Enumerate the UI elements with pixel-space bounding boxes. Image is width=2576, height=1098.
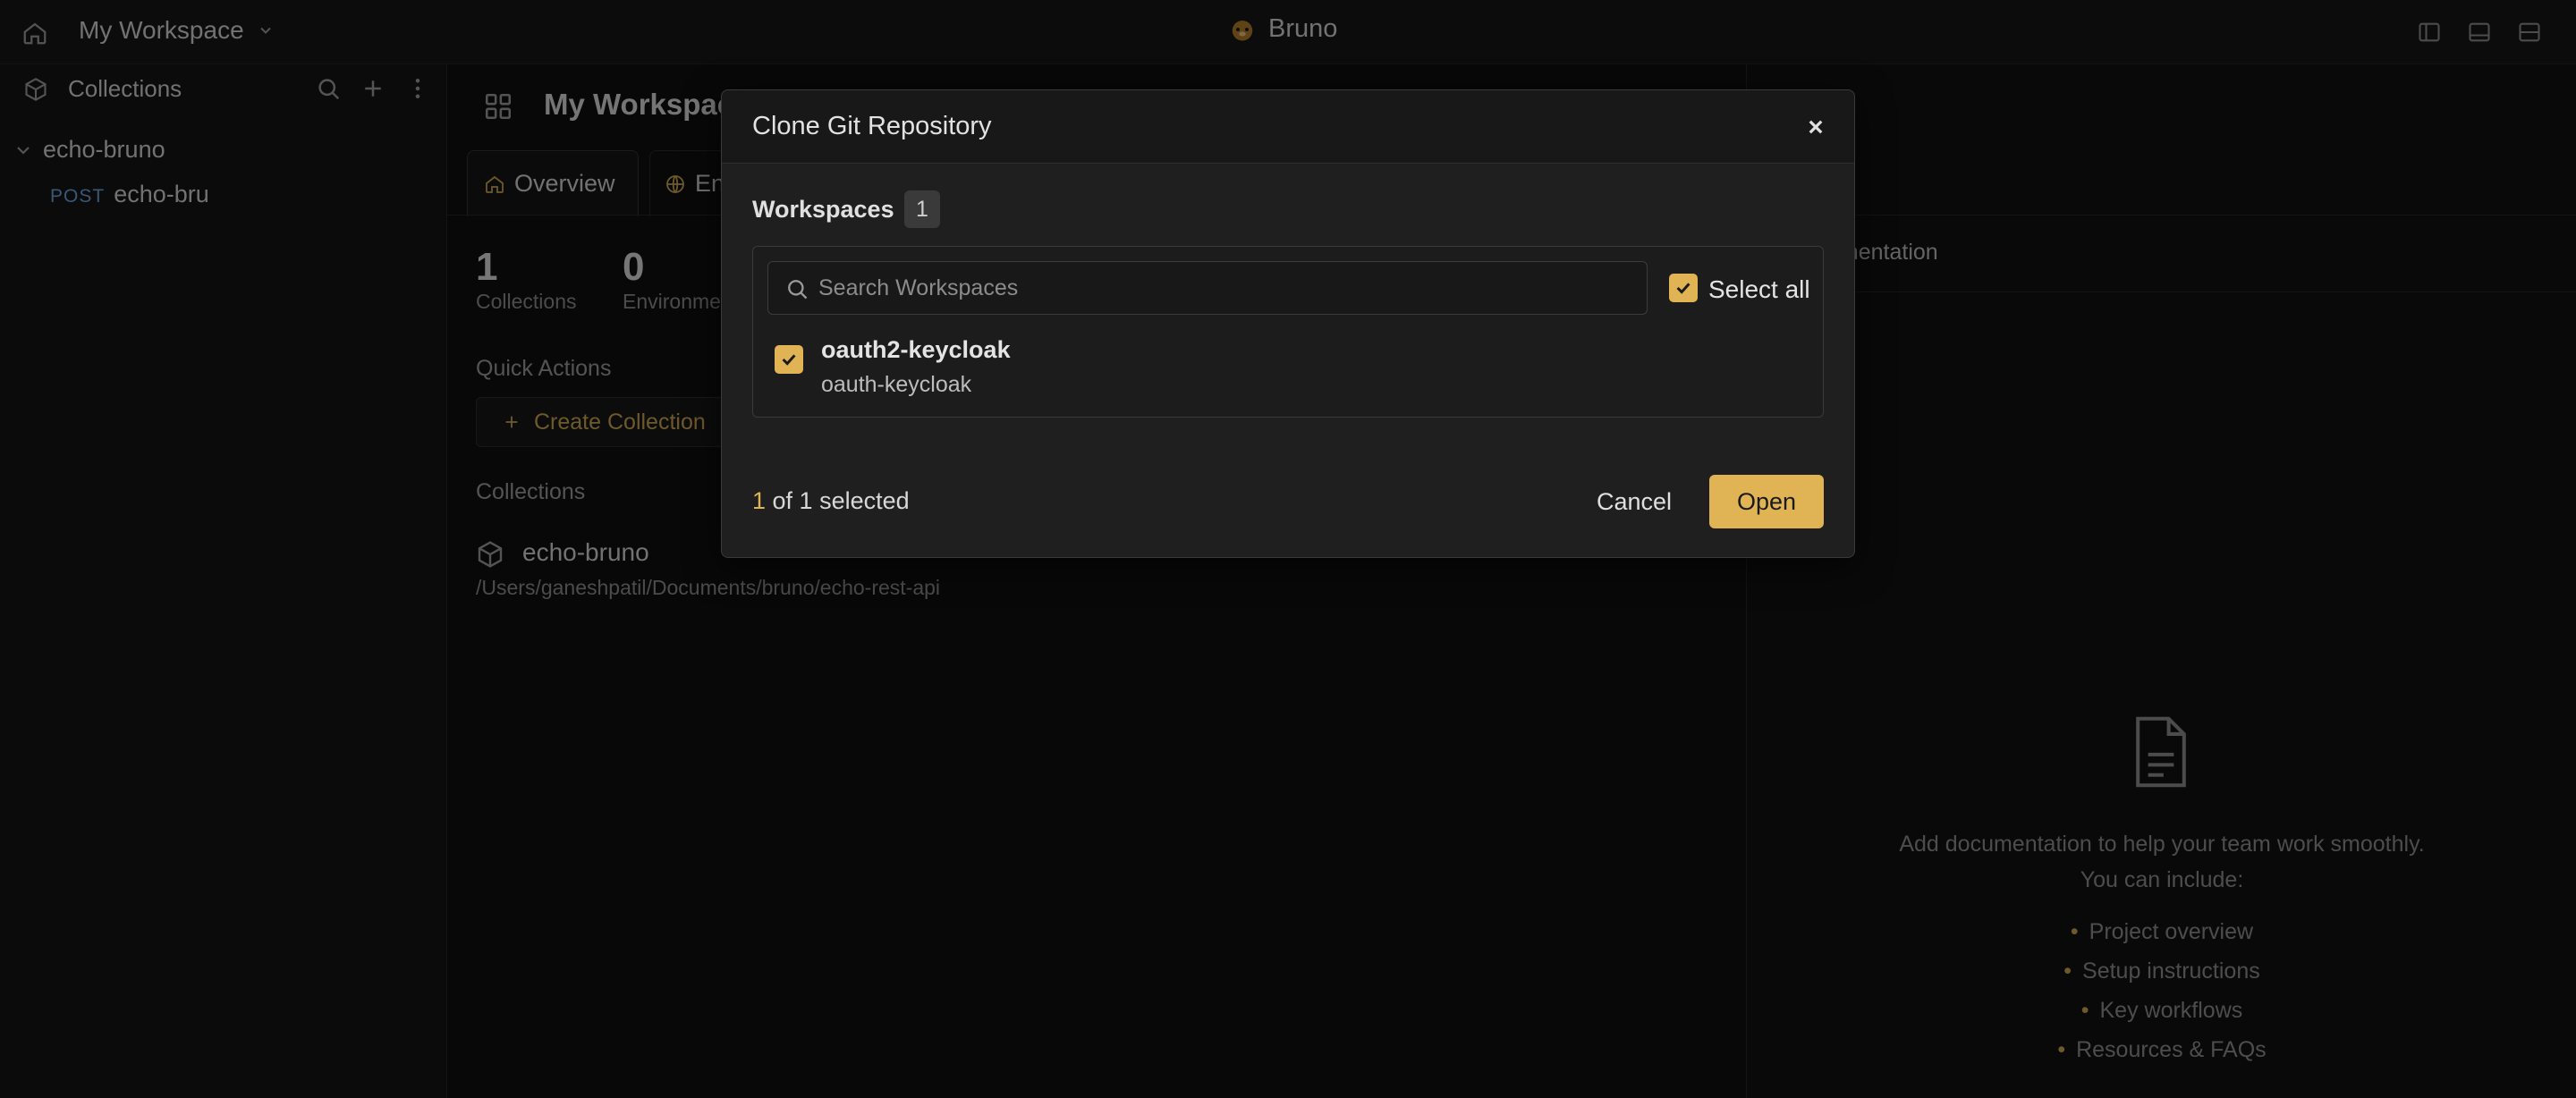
workspace-item-subtitle: oauth-keycloak xyxy=(821,372,972,397)
cancel-button[interactable]: Cancel xyxy=(1575,475,1693,528)
workspaces-label: Workspaces xyxy=(752,196,894,223)
open-button[interactable]: Open xyxy=(1709,475,1824,528)
search-icon xyxy=(788,280,808,300)
check-icon xyxy=(1676,283,1690,294)
clone-git-modal: Clone Git Repository Workspaces 1 Select… xyxy=(721,89,1855,558)
workspace-item-name: oauth2-keycloak xyxy=(821,336,1011,363)
search-field xyxy=(767,261,1648,315)
select-all-label[interactable]: Select all xyxy=(1708,275,1810,304)
close-icon[interactable] xyxy=(1802,114,1829,140)
modal-header: Clone Git Repository xyxy=(722,90,1854,164)
workspaces-count-badge: 1 xyxy=(904,190,940,228)
workspace-list-box: Select all oauth2-keycloak oauth-keycloa… xyxy=(752,246,1824,418)
selection-summary-text: of 1 selected xyxy=(766,487,910,514)
modal-title: Clone Git Repository xyxy=(752,112,992,140)
selection-summary: 1 of 1 selected xyxy=(752,487,910,515)
select-all-checkbox[interactable] xyxy=(1669,274,1698,302)
selected-count: 1 xyxy=(752,487,767,514)
workspace-checkbox[interactable] xyxy=(775,345,803,374)
check-icon xyxy=(782,354,796,366)
search-workspaces-input[interactable] xyxy=(818,262,1623,314)
